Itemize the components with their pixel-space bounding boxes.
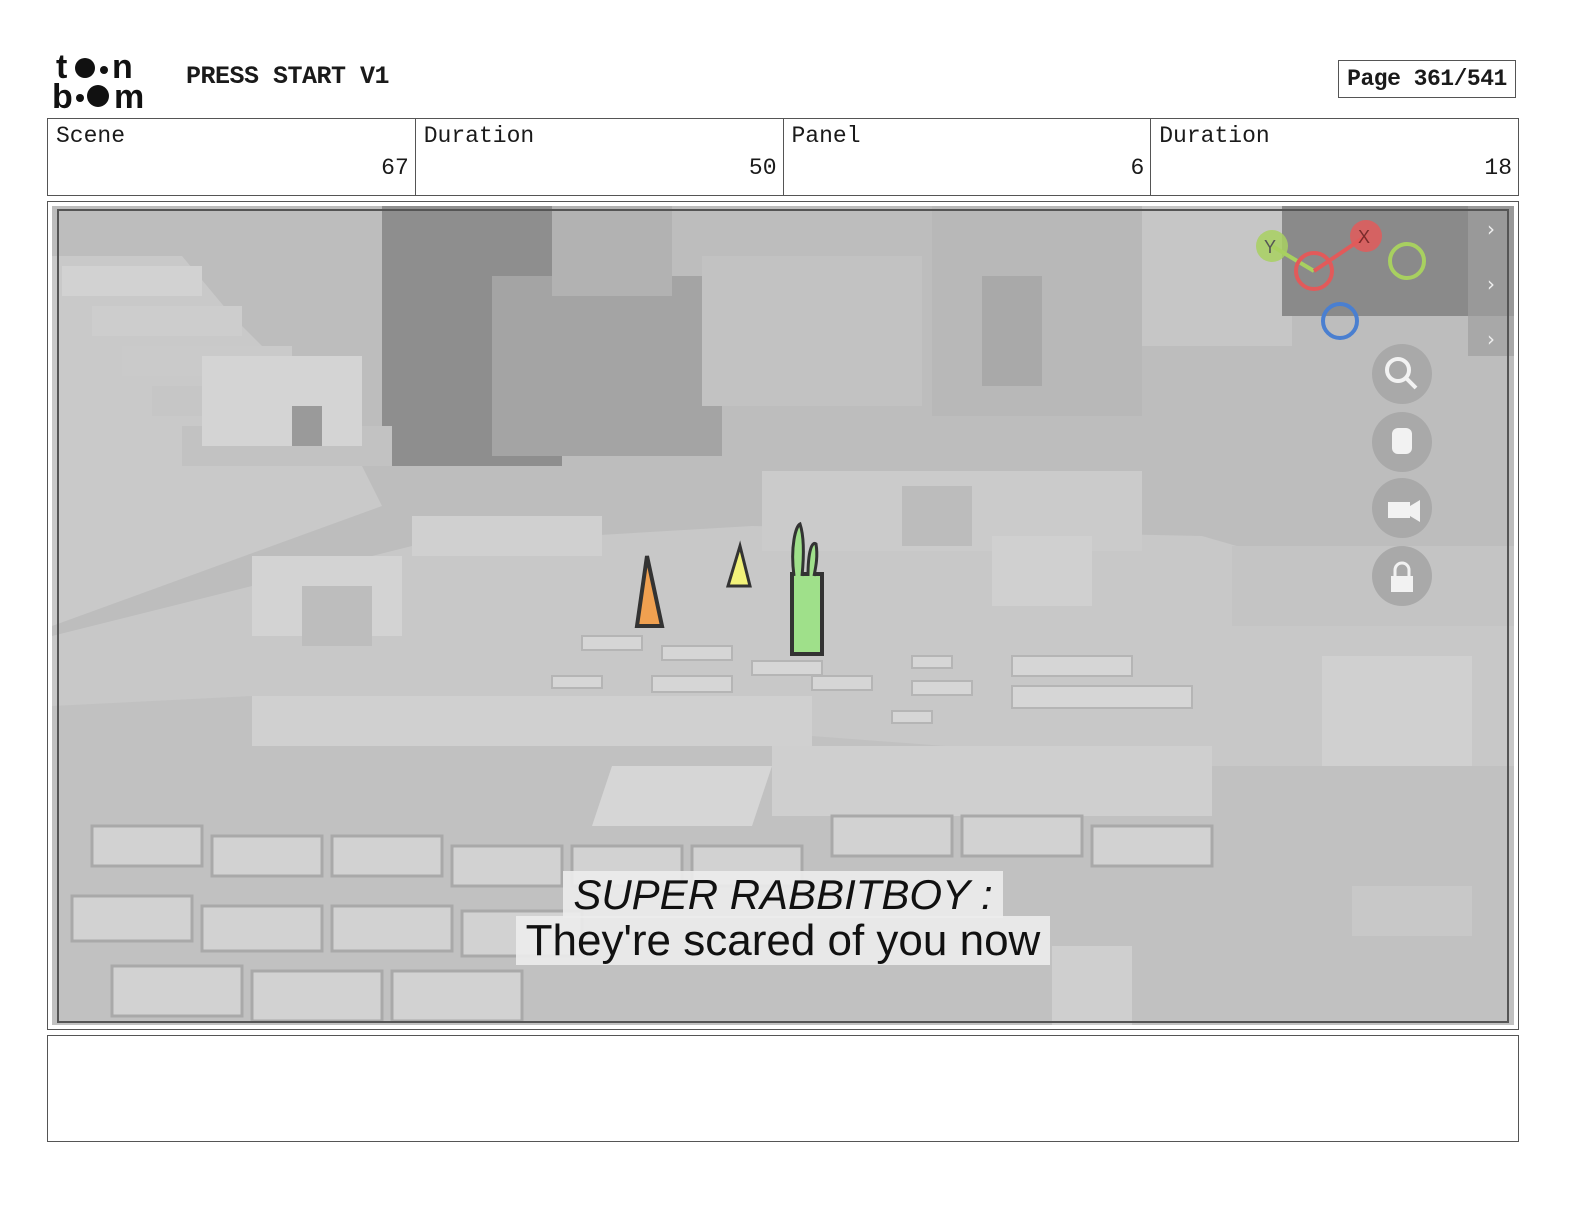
panel-label: Panel bbox=[791, 123, 861, 149]
camera-icon[interactable] bbox=[1388, 502, 1410, 518]
scene-cell: Scene 67 bbox=[48, 119, 416, 195]
scene-duration-label: Duration bbox=[423, 123, 535, 149]
svg-text:m: m bbox=[114, 78, 144, 112]
lock-icon[interactable] bbox=[1391, 576, 1413, 592]
chevron-right-icon[interactable]: › bbox=[1487, 327, 1495, 351]
panel-image: › › › Y X SUPER RABBITBOY: They're scar… bbox=[52, 206, 1514, 1025]
toon-boom-logo: t n b m bbox=[52, 50, 144, 112]
svg-text:Y: Y bbox=[1264, 237, 1276, 257]
dialogue-line: They're scared of you now bbox=[52, 916, 1514, 966]
scene-duration-cell: Duration 50 bbox=[416, 119, 784, 195]
green-rabbit-character bbox=[790, 572, 824, 656]
hand-icon[interactable] bbox=[1392, 428, 1412, 454]
project-title: PRESS START V1 bbox=[186, 62, 390, 91]
scene-duration-value: 50 bbox=[748, 155, 777, 181]
chevron-right-icon[interactable]: › bbox=[1487, 272, 1495, 296]
panel-duration-value: 18 bbox=[1484, 155, 1512, 181]
panel-duration-cell: Duration 18 bbox=[1151, 119, 1518, 195]
panel-duration-label: Duration bbox=[1159, 123, 1270, 149]
svg-text:X: X bbox=[1358, 227, 1370, 247]
panel-info-row: Scene 67 Duration 50 Panel 6 Duration 18 bbox=[47, 118, 1519, 196]
scene-value: 67 bbox=[381, 155, 409, 181]
panel-value: 6 bbox=[1130, 155, 1145, 181]
dialogue-speaker: SUPER RABBITBOY : bbox=[52, 871, 1514, 919]
panel-cell: Panel 6 bbox=[784, 119, 1152, 195]
chevron-right-icon[interactable]: › bbox=[1487, 217, 1495, 241]
page-number: Page 361/541 bbox=[1338, 60, 1516, 98]
panel-notes bbox=[47, 1035, 1519, 1142]
scene-label: Scene bbox=[56, 123, 126, 149]
svg-text:b: b bbox=[52, 78, 73, 112]
storyboard-panel: › › › Y X SUPER RABBITBOY: They're scar… bbox=[47, 201, 1519, 1030]
